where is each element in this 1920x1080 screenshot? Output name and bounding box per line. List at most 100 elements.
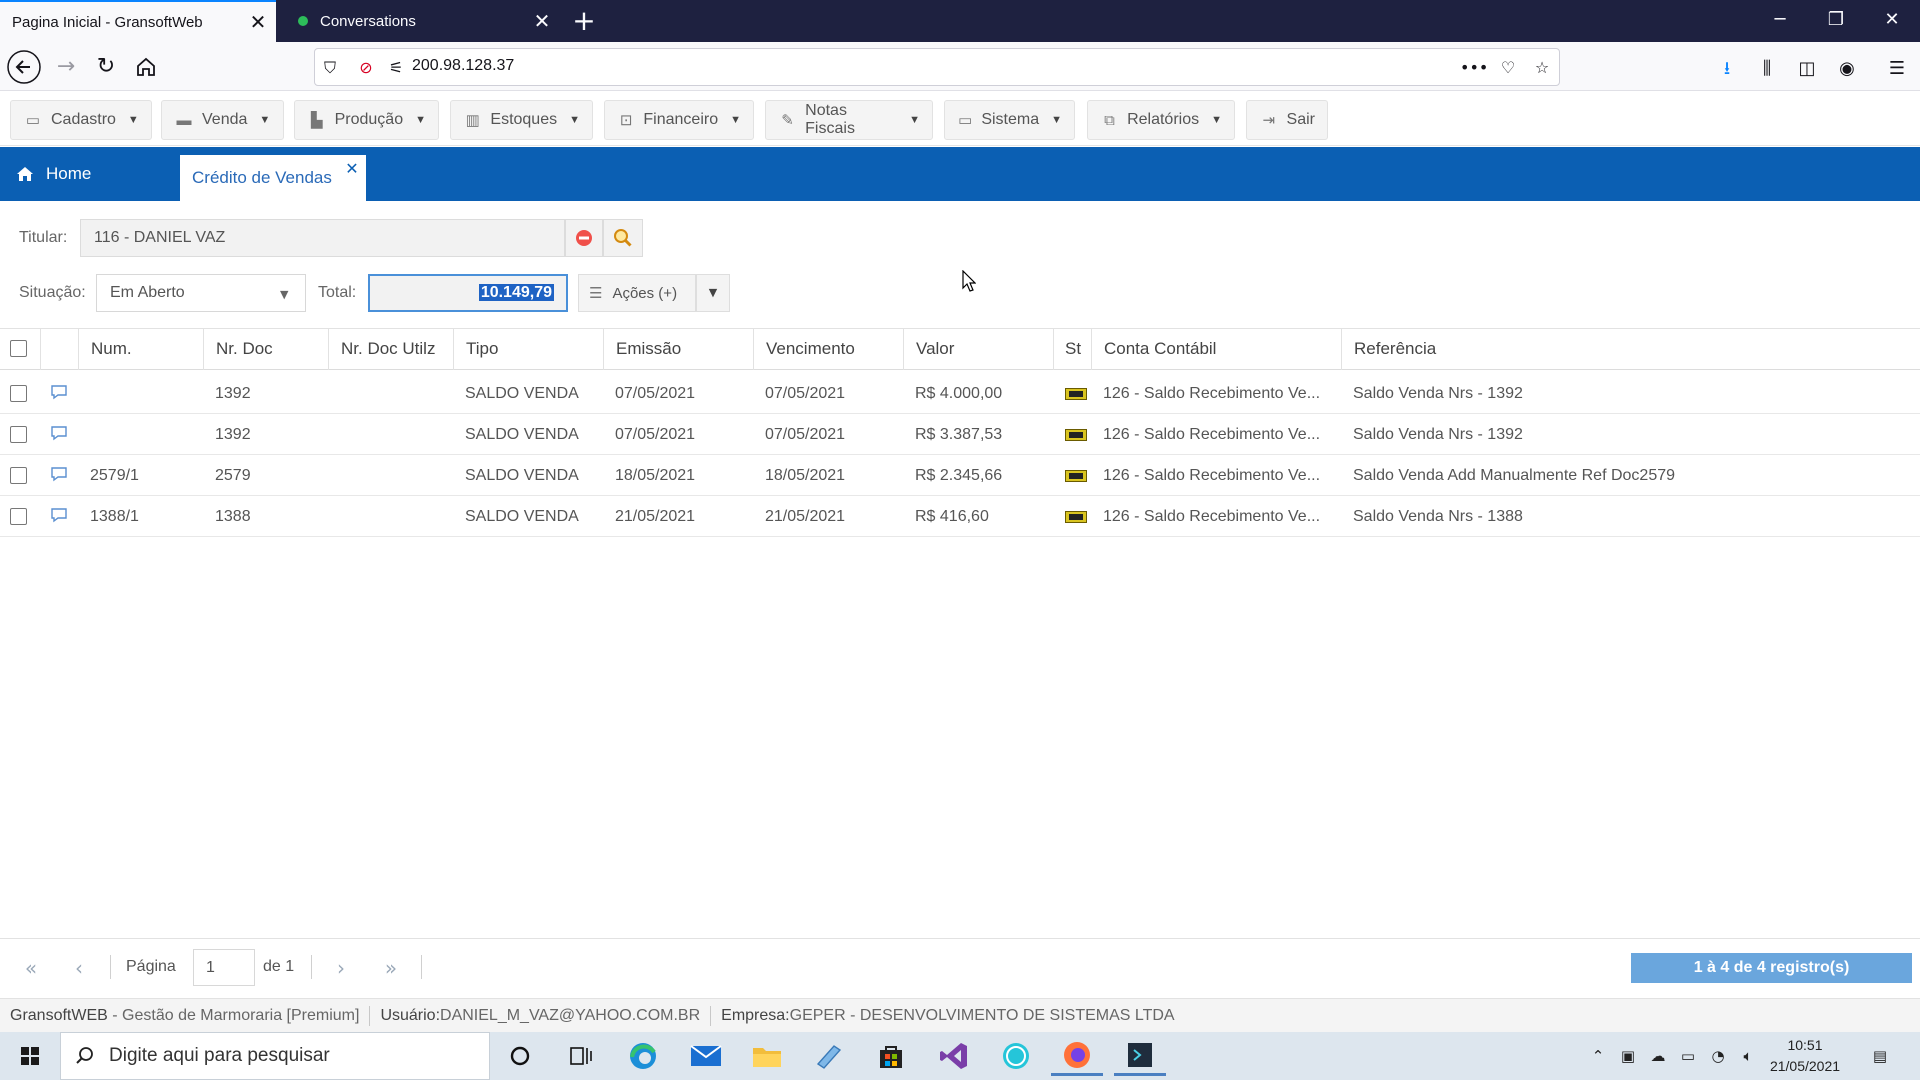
mail-icon[interactable] [680, 1036, 732, 1076]
acoes-button[interactable]: ☰ Ações (+) [578, 274, 696, 312]
page-number-input[interactable]: 1 [193, 949, 255, 986]
url-text[interactable]: 200.98.128.37 [412, 57, 514, 75]
first-page-icon[interactable]: « [16, 955, 46, 981]
more-actions-icon[interactable]: ••• [1460, 56, 1488, 80]
sidebar-icon[interactable]: ◫ [1792, 54, 1822, 84]
insecure-lock-icon[interactable]: ⊘ [354, 56, 378, 80]
last-page-icon[interactable]: » [376, 955, 406, 981]
column-header-st[interactable]: St [1053, 328, 1091, 370]
row-checkbox[interactable] [10, 467, 27, 484]
wifi-icon[interactable]: ◔ [1706, 1044, 1730, 1068]
close-tab-icon[interactable]: ✕ [343, 160, 361, 178]
menu-estoques[interactable]: ▥ Estoques ▼ [450, 100, 593, 140]
table-row[interactable]: 1388/1 1388 SALDO VENDA 21/05/2021 21/05… [0, 496, 1920, 537]
close-window-icon[interactable]: ✕ [1864, 0, 1920, 42]
cortana-icon[interactable] [494, 1036, 546, 1076]
library-icon[interactable]: ⫼ [1752, 54, 1782, 84]
menu-sair[interactable]: ⇥ Sair [1246, 100, 1328, 140]
permissions-icon[interactable]: ⚟ [384, 56, 408, 80]
column-header-nr-doc-utilz[interactable]: Nr. Doc Utilz [328, 328, 453, 370]
sticky-app-icon[interactable] [803, 1036, 855, 1076]
acoes-dropdown-button[interactable]: ▼ [696, 274, 730, 312]
restore-icon[interactable]: ❐ [1808, 0, 1864, 42]
column-header-tipo[interactable]: Tipo [453, 328, 603, 370]
battery-icon[interactable]: ▭ [1676, 1044, 1700, 1068]
menu-financeiro[interactable]: ⊡ Financeiro ▼ [604, 100, 754, 140]
tab-home[interactable]: Home [0, 147, 180, 201]
table-row[interactable]: 2579/1 2579 SALDO VENDA 18/05/2021 18/05… [0, 455, 1920, 496]
new-tab-button[interactable]: + [566, 4, 602, 38]
remote-app-icon[interactable] [1114, 1036, 1166, 1076]
meet-now-icon[interactable]: ▣ [1616, 1044, 1640, 1068]
column-header-valor[interactable]: Valor [903, 328, 1053, 370]
menu-hamburger-icon[interactable]: ☰ [1882, 54, 1912, 84]
menu-sistema[interactable]: ▭ Sistema ▼ [944, 100, 1075, 140]
whatsapp-icon[interactable] [990, 1036, 1042, 1076]
column-header-num[interactable]: Num. [78, 328, 203, 370]
row-checkbox[interactable] [10, 508, 27, 525]
close-tab-icon[interactable]: ✕ [240, 10, 276, 35]
taskbar-search-box[interactable]: Digite aqui para pesquisar [60, 1032, 490, 1080]
visual-studio-icon[interactable] [928, 1036, 980, 1076]
taskbar-clock[interactable]: 10:51 21/05/2021 [1750, 1033, 1860, 1079]
menu-relatorios[interactable]: ⧉ Relatórios ▼ [1087, 100, 1235, 140]
menu-notas-fiscais[interactable]: ✎ Notas Fiscais ▼ [765, 100, 933, 140]
reload-icon[interactable]: ↻ [88, 49, 124, 85]
task-view-icon[interactable] [555, 1036, 607, 1076]
browser-tab-gransoft[interactable]: Pagina Inicial - GransoftWeb ✕ [0, 0, 276, 42]
column-header-nr-doc[interactable]: Nr. Doc [203, 328, 328, 370]
comment-icon[interactable] [50, 506, 68, 524]
download-icon[interactable]: ⭳ [1712, 54, 1742, 84]
cell-nr-doc-utilz [328, 373, 453, 414]
caret-down-icon[interactable]: ▼ [280, 288, 288, 301]
tab-credito-de-vendas[interactable]: Crédito de Vendas [180, 155, 366, 201]
minimize-icon[interactable]: ─ [1752, 0, 1808, 42]
row-checkbox[interactable] [10, 385, 27, 402]
home-icon[interactable] [128, 49, 164, 85]
menu-cadastro[interactable]: ▭ Cadastro ▼ [10, 100, 152, 140]
edge-icon[interactable] [617, 1036, 669, 1076]
back-icon[interactable] [6, 49, 42, 85]
show-hidden-icons[interactable]: ⌃ [1586, 1044, 1610, 1068]
firefox-icon[interactable] [1051, 1036, 1103, 1076]
copy-icon: ⧉ [1104, 111, 1115, 129]
menu-producao[interactable]: ▙ Produção ▼ [294, 100, 439, 140]
windows-start-button[interactable] [0, 1032, 60, 1080]
mouse-cursor-icon [962, 270, 976, 292]
onedrive-icon[interactable]: ☁ [1646, 1044, 1670, 1068]
notifications-icon[interactable]: ▤ [1868, 1044, 1892, 1068]
close-tab-icon[interactable]: ✕ [524, 9, 560, 34]
table-row[interactable]: 1392 SALDO VENDA 07/05/2021 07/05/2021 R… [0, 414, 1920, 455]
bookmark-star-icon[interactable]: ☆ [1530, 56, 1554, 80]
prev-page-icon[interactable]: ‹ [64, 955, 94, 981]
shield-icon[interactable]: ⛉ [318, 56, 342, 80]
home-icon [17, 167, 33, 181]
total-field[interactable]: 10.149,79 [368, 274, 568, 312]
forward-icon[interactable]: → [48, 49, 84, 85]
row-checkbox[interactable] [10, 426, 27, 443]
comment-icon[interactable] [50, 383, 68, 401]
caret-down-icon: ▼ [1051, 114, 1062, 126]
menu-venda[interactable]: ▬ Venda ▼ [161, 100, 284, 140]
next-page-icon[interactable]: › [326, 955, 356, 981]
column-header-emissao[interactable]: Emissão [603, 328, 753, 370]
cell-conta-contabil: 126 - Saldo Recebimento Ve... [1103, 467, 1321, 484]
situacao-select[interactable]: Em Aberto [96, 274, 306, 312]
column-header-vencimento[interactable]: Vencimento [753, 328, 903, 370]
table-row[interactable]: 1392 SALDO VENDA 07/05/2021 07/05/2021 R… [0, 373, 1920, 414]
account-icon[interactable]: ◉ [1832, 54, 1862, 84]
comment-icon[interactable] [50, 465, 68, 483]
caret-down-icon: ▼ [1211, 114, 1222, 126]
search-titular-button[interactable] [603, 219, 643, 257]
comment-icon[interactable] [50, 424, 68, 442]
titular-field[interactable]: 116 - DANIEL VAZ [80, 219, 565, 257]
select-all-checkbox[interactable] [10, 340, 27, 357]
clear-titular-button[interactable] [565, 219, 603, 257]
store-icon[interactable] [865, 1036, 917, 1076]
file-explorer-icon[interactable] [741, 1036, 793, 1076]
pocket-icon[interactable]: ♡ [1496, 56, 1520, 80]
column-header-referencia[interactable]: Referência [1341, 328, 1920, 370]
cell-referencia: Saldo Venda Nrs - 1388 [1353, 508, 1523, 525]
browser-tab-conversations[interactable]: Conversations ✕ [282, 0, 560, 42]
column-header-conta-contabil[interactable]: Conta Contábil [1091, 328, 1341, 370]
